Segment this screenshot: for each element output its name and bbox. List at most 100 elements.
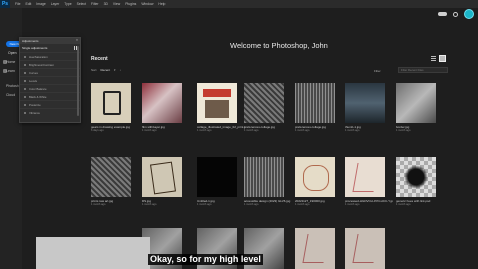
file-card[interactable]: gears in drawing example.jpg 6 days ago <box>91 83 131 133</box>
adjustment-item[interactable]: Vibrance <box>20 108 80 116</box>
adjustment-item[interactable]: Curves <box>20 68 80 76</box>
file-date: 1 month ago <box>197 203 212 206</box>
adjustment-label: Color Balance <box>29 86 47 91</box>
file-card[interactable]: accessible design (2023) GLV6.jpg 1 mont… <box>244 157 290 207</box>
chevron-down-icon[interactable]: ▾ <box>114 68 116 72</box>
recent-heading: Recent <box>91 56 108 62</box>
menu-bar: Ps File Edit Image Layer Type Select Fil… <box>0 0 478 8</box>
sidebar-item-learn[interactable]: Learn <box>6 69 15 73</box>
file-date: 1 month ago <box>345 203 360 206</box>
file-card[interactable]: 20221127_190000.jpg 1 month ago <box>295 157 335 207</box>
file-card[interactable]: processed-HGDVCH-0YD-HCC-Y.jpg 1 month a… <box>345 157 393 207</box>
file-card[interactable]: preferences.collage.jpg 1 month ago <box>244 83 284 133</box>
file-date: 1 month ago <box>295 129 310 132</box>
file-card[interactable]: Untitled-1.jpg 1 month ago <box>197 157 237 207</box>
file-thumbnail[interactable] <box>345 157 385 197</box>
adjustment-item[interactable]: Posterize <box>20 100 80 108</box>
file-thumbnail[interactable] <box>396 83 436 123</box>
file-thumbnail[interactable] <box>197 83 237 123</box>
adjustment-icon <box>24 55 26 58</box>
file-thumbnail[interactable] <box>244 157 284 197</box>
menu-edit[interactable]: Edit <box>25 2 31 6</box>
file-card[interactable]: border.jpg 1 month ago <box>396 83 436 133</box>
menu-image[interactable]: Image <box>36 2 45 6</box>
adjustment-icon <box>24 87 26 90</box>
open-button[interactable]: Open <box>8 51 17 55</box>
adjustment-label: Hue/Saturation <box>29 54 48 59</box>
adjustment-icon <box>24 79 26 82</box>
file-card[interactable]: generic hues with link.psd 1 month ago <box>396 157 436 207</box>
sort-direction-icon[interactable]: ↓ <box>120 68 122 72</box>
menu-help[interactable]: Help <box>158 2 165 6</box>
file-card[interactable]: preferences.collage.jpg 1 month ago <box>295 83 335 133</box>
sort-dropdown[interactable]: Recent <box>101 68 111 72</box>
photoshop-logo-icon[interactable]: Ps <box>0 0 10 8</box>
grid-view-icon[interactable] <box>439 55 446 62</box>
file-thumbnail[interactable] <box>295 83 335 123</box>
file-thumbnail[interactable] <box>91 157 131 197</box>
menu-plugins[interactable]: Plugins <box>125 2 136 6</box>
account-area <box>438 9 474 19</box>
filter-input[interactable]: Filter Recent Files <box>398 67 448 73</box>
webcam-overlay <box>36 237 150 269</box>
adjustment-label: Brightness/Contrast <box>29 62 54 67</box>
file-date: 6 days ago <box>91 129 104 132</box>
menu-window[interactable]: Window <box>141 2 153 6</box>
menu-layer[interactable]: Layer <box>51 2 59 6</box>
file-date: 1 month ago <box>396 129 411 132</box>
file-card[interactable]: thumb-1.jpg 1 month ago <box>345 83 385 133</box>
menu-type[interactable]: Type <box>64 2 71 6</box>
adjustment-icon <box>24 103 26 106</box>
file-thumbnail[interactable] <box>345 228 385 269</box>
file-thumbnail[interactable] <box>91 83 131 123</box>
list-view-icon[interactable] <box>431 56 436 61</box>
panel-subheader: Single adjustments <box>20 44 80 52</box>
file-card[interactable]: prints raw art.jpg 1 month ago <box>91 157 131 207</box>
file-date: 1 month ago <box>197 129 212 132</box>
panel-title: Adjustments <box>22 39 39 43</box>
file-date: 1 month ago <box>396 203 411 206</box>
adjustment-item[interactable]: Brightness/Contrast <box>20 60 80 68</box>
sidebar-item-home[interactable]: Home <box>6 60 15 64</box>
adjustment-label: Levels <box>29 78 38 83</box>
file-card[interactable]: DS.jpg 1 month ago <box>142 157 182 207</box>
menu-filter[interactable]: Filter <box>91 2 99 6</box>
menu-view[interactable]: View <box>113 2 120 6</box>
sort-controls: Sort Recent ▾ ↓ <box>91 68 121 72</box>
file-card[interactable]: film still.bayer.jpg 1 month ago <box>142 83 182 133</box>
menu-file[interactable]: File <box>15 2 20 6</box>
file-thumbnail[interactable] <box>197 157 237 197</box>
adjustment-item[interactable]: Levels <box>20 76 80 84</box>
file-thumbnail[interactable] <box>396 157 436 197</box>
adjustments-panel: Adjustments × Single adjustments Hue/Sat… <box>19 37 81 123</box>
filter-label: Filter <box>374 69 381 73</box>
close-icon[interactable]: × <box>76 39 78 43</box>
view-toggle <box>431 55 446 62</box>
file-date: 1 month ago <box>142 129 157 132</box>
menu-select[interactable]: Select <box>77 2 86 6</box>
adjustment-item[interactable]: Hue/Saturation <box>20 52 80 60</box>
user-icon[interactable] <box>453 11 458 17</box>
adjustment-label: Vibrance <box>29 110 40 115</box>
file-thumbnail[interactable] <box>142 157 182 197</box>
file-thumbnail[interactable] <box>295 157 335 197</box>
file-thumbnail[interactable] <box>142 83 182 123</box>
adjustment-item[interactable]: Black & White <box>20 92 80 100</box>
sidebar-item-cloud[interactable]: Cloud <box>6 93 15 97</box>
cloud-icon[interactable] <box>438 12 447 16</box>
adjustment-icon <box>24 71 26 74</box>
panel-scrollbar[interactable] <box>77 46 79 116</box>
adjustment-label: Black & White <box>29 94 47 99</box>
file-thumbnail[interactable] <box>244 83 284 123</box>
adjustment-item[interactable]: Color Balance <box>20 84 80 92</box>
avatar[interactable] <box>464 9 474 19</box>
adjustment-icon <box>24 111 26 114</box>
file-thumbnail[interactable] <box>295 228 335 269</box>
video-caption: Okay, so for my high level <box>148 254 263 265</box>
file-thumbnail[interactable] <box>345 83 385 123</box>
file-card[interactable]: collage_illustrated_image_02_print.jpg 1… <box>197 83 245 133</box>
file-date: 1 month ago <box>345 129 360 132</box>
panel-subtitle: Single adjustments <box>22 46 48 50</box>
menu-3d[interactable]: 3D <box>104 2 108 6</box>
file-date: 1 month ago <box>244 129 259 132</box>
